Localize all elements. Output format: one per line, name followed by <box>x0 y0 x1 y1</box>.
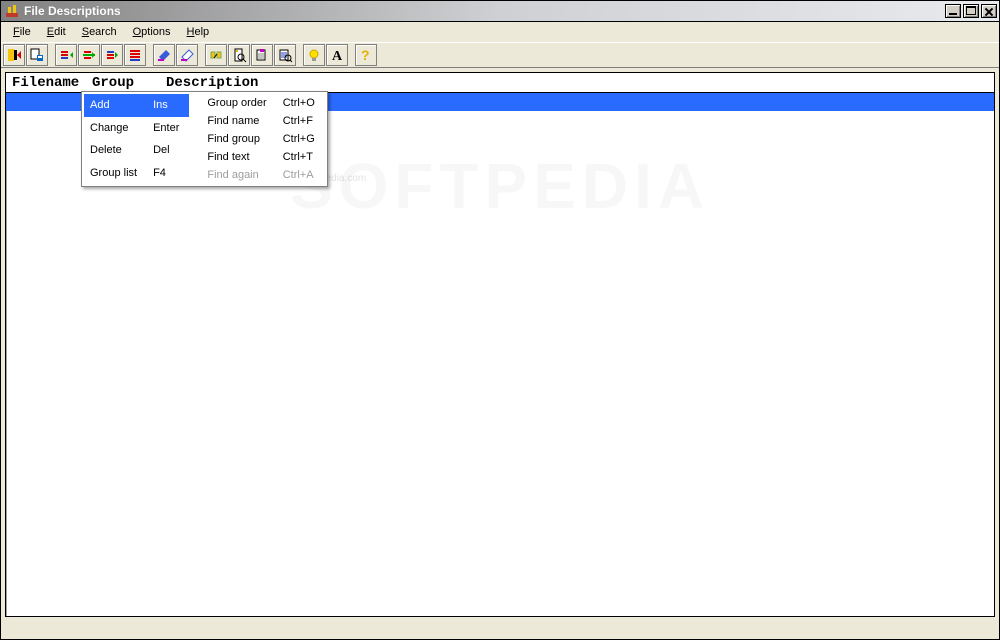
ctx-shortcut: Del <box>147 139 189 162</box>
menu-search[interactable]: Search <box>74 24 125 40</box>
menu-edit[interactable]: Edit <box>39 24 74 40</box>
titlebar: File Descriptions <box>1 1 999 22</box>
svg-text:A: A <box>332 49 343 63</box>
client-area: Filename Group Description SOFTPEDI SOFT… <box>1 68 999 621</box>
tb-group-list[interactable] <box>124 44 146 66</box>
ctx-find-again[interactable]: Find again Ctrl+A <box>201 166 324 184</box>
ctx-shortcut: Ctrl+F <box>277 112 325 130</box>
tb-change[interactable] <box>78 44 100 66</box>
tb-apply[interactable] <box>26 44 48 66</box>
minimize-button[interactable] <box>945 4 961 18</box>
list-header: Filename Group Description <box>6 73 994 93</box>
tb-hint[interactable] <box>303 44 325 66</box>
ctx-label: Group list <box>84 162 147 185</box>
status-strip <box>1 621 999 639</box>
ctx-add[interactable]: Add Ins <box>84 94 189 117</box>
ctx-group-order[interactable]: Group order Ctrl+O <box>201 94 324 112</box>
file-list[interactable]: Filename Group Description SOFTPEDI SOFT… <box>5 72 995 617</box>
menu-file[interactable]: File <box>5 24 39 40</box>
ctx-delete[interactable]: Delete Del <box>84 139 189 162</box>
ctx-col-right: Group order Ctrl+O Find name Ctrl+F Find… <box>201 94 324 184</box>
menu-help[interactable]: Help <box>179 24 218 40</box>
tb-help[interactable]: ? <box>355 44 377 66</box>
ctx-shortcut: Ctrl+A <box>277 166 325 184</box>
tb-exit[interactable] <box>3 44 25 66</box>
ctx-label: Add <box>84 94 147 117</box>
col-group[interactable]: Group <box>92 75 166 91</box>
watermark-big: SOFTPEDIA <box>290 149 710 223</box>
ctx-label: Find group <box>201 130 276 148</box>
tb-find-group[interactable] <box>251 44 273 66</box>
tb-clear-all[interactable] <box>153 44 175 66</box>
context-menu: Add Ins Change Enter Delete Del Group <box>81 91 328 187</box>
ctx-col-left: Add Ins Change Enter Delete Del Group <box>84 94 189 184</box>
ctx-shortcut: Ctrl+G <box>277 130 325 148</box>
tb-group-order[interactable] <box>205 44 227 66</box>
window-title: File Descriptions <box>24 4 943 18</box>
app-icon <box>4 3 20 19</box>
tb-add[interactable] <box>55 44 77 66</box>
col-filename[interactable]: Filename <box>12 75 92 91</box>
ctx-label: Find name <box>201 112 276 130</box>
tb-find-name[interactable] <box>228 44 250 66</box>
ctx-shortcut: Enter <box>147 117 189 140</box>
list-body: SOFTPEDI SOFTPEDIA www.softpedia.com www… <box>6 93 994 616</box>
ctx-shortcut: F4 <box>147 162 189 185</box>
ctx-label: Group order <box>201 94 276 112</box>
col-description[interactable]: Description <box>166 75 258 91</box>
ctx-find-text[interactable]: Find text Ctrl+T <box>201 148 324 166</box>
close-button[interactable] <box>981 4 997 18</box>
ctx-label: Find text <box>201 148 276 166</box>
ctx-label: Change <box>84 117 147 140</box>
tb-find-text[interactable] <box>274 44 296 66</box>
tb-delete[interactable] <box>101 44 123 66</box>
ctx-shortcut: Ctrl+T <box>277 148 325 166</box>
ctx-label: Find again <box>201 166 276 184</box>
tb-font[interactable]: A <box>326 44 348 66</box>
tb-clear[interactable] <box>176 44 198 66</box>
ctx-shortcut: Ins <box>147 94 189 117</box>
ctx-find-name[interactable]: Find name Ctrl+F <box>201 112 324 130</box>
toolbar: A ? <box>1 42 999 68</box>
menubar: File Edit Search Options Help <box>1 22 999 42</box>
ctx-find-group[interactable]: Find group Ctrl+G <box>201 130 324 148</box>
ctx-label: Delete <box>84 139 147 162</box>
ctx-shortcut: Ctrl+O <box>277 94 325 112</box>
svg-text:?: ? <box>361 47 370 63</box>
ctx-change[interactable]: Change Enter <box>84 117 189 140</box>
ctx-group-list[interactable]: Group list F4 <box>84 162 189 185</box>
menu-options[interactable]: Options <box>125 24 179 40</box>
maximize-button[interactable] <box>963 4 979 18</box>
app-window: File Descriptions File Edit Search Optio… <box>0 0 1000 640</box>
